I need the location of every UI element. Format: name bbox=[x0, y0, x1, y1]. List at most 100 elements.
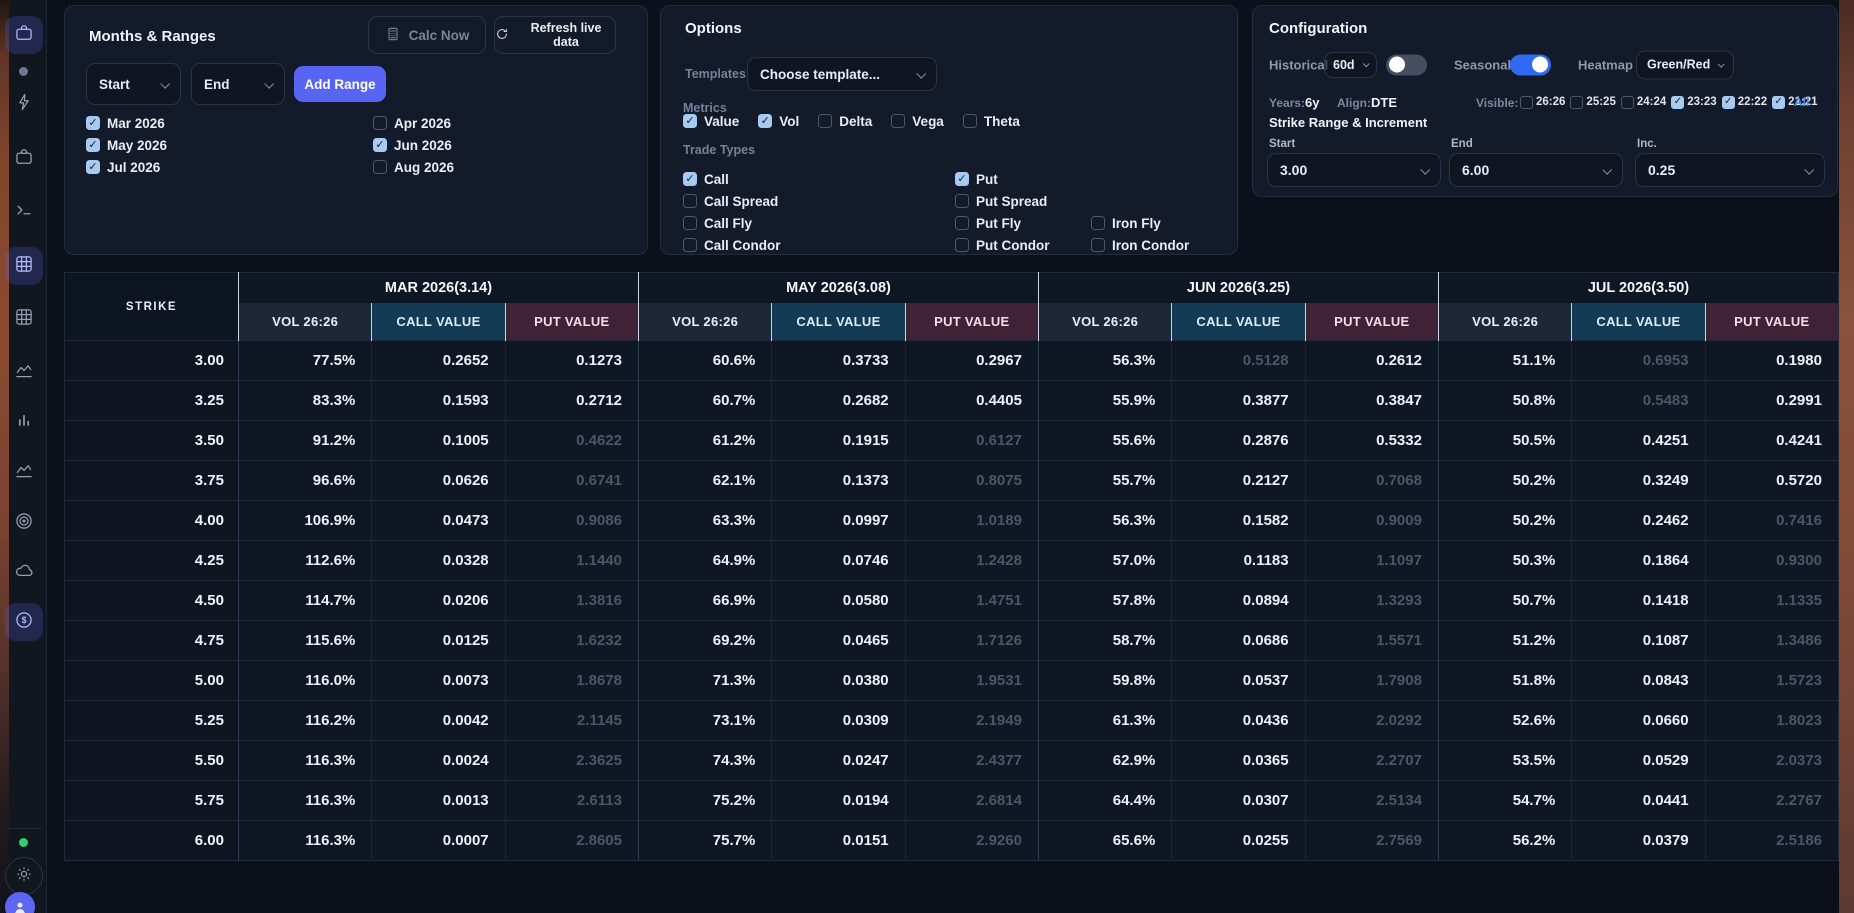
sidebar-item-bar-chart[interactable] bbox=[5, 405, 43, 439]
month-checkbox-may-2026[interactable]: ✓May 2026 bbox=[86, 135, 373, 155]
template-dropdown[interactable]: Choose template... bbox=[747, 57, 937, 91]
strike-start-dropdown[interactable]: 3.00 bbox=[1267, 153, 1441, 187]
metric-checkbox-value[interactable]: ✓Value bbox=[683, 111, 739, 131]
checkbox-checked[interactable]: ✓ bbox=[758, 114, 772, 128]
vol-cell: 116.0% bbox=[239, 661, 372, 701]
month-checkbox-jul-2026[interactable]: ✓Jul 2026 bbox=[86, 157, 373, 177]
historical-window-dropdown[interactable]: 60d bbox=[1324, 52, 1377, 78]
call-value-cell: 0.6953 bbox=[1572, 341, 1705, 381]
checkbox-unchecked[interactable] bbox=[818, 114, 832, 128]
sidebar-item-dollar[interactable]: $ bbox=[5, 603, 43, 641]
month-checkbox-mar-2026[interactable]: ✓Mar 2026 bbox=[86, 113, 373, 133]
sidebar-item-grid-alt[interactable] bbox=[5, 302, 43, 336]
checkbox-unchecked[interactable] bbox=[955, 194, 969, 208]
checkbox-unchecked[interactable] bbox=[1091, 216, 1105, 230]
user-avatar[interactable] bbox=[5, 892, 35, 913]
add-range-button[interactable]: Add Range bbox=[294, 66, 386, 102]
trade-type-checkbox-iron-fly[interactable]: Iron Fly bbox=[1091, 213, 1189, 233]
checkbox-checked[interactable]: ✓ bbox=[1722, 96, 1735, 109]
checkbox-unchecked[interactable] bbox=[1621, 96, 1634, 109]
checkbox-checked[interactable]: ✓ bbox=[373, 138, 387, 152]
historical-toggle[interactable] bbox=[1386, 54, 1427, 75]
visible-checkbox-26-26[interactable]: 26:26 bbox=[1520, 94, 1565, 110]
checkbox-checked[interactable]: ✓ bbox=[86, 138, 100, 152]
visible-checkbox-22-22[interactable]: ✓22:22 bbox=[1722, 94, 1767, 110]
start-month-dropdown[interactable]: Start bbox=[86, 63, 181, 105]
checkbox-unchecked[interactable] bbox=[683, 238, 697, 252]
checkbox-label: Jun 2026 bbox=[394, 138, 452, 153]
refresh-live-data-button[interactable]: Refresh live data bbox=[494, 16, 616, 54]
checkbox-unchecked[interactable] bbox=[1570, 96, 1583, 109]
metric-checkbox-vega[interactable]: Vega bbox=[891, 111, 944, 131]
metric-checkbox-vol[interactable]: ✓Vol bbox=[758, 111, 799, 131]
visible-checkbox-23-23[interactable]: ✓23:23 bbox=[1671, 94, 1716, 110]
visible-checkbox-24-24[interactable]: 24:24 bbox=[1621, 94, 1666, 110]
checkbox-checked[interactable]: ✓ bbox=[683, 114, 697, 128]
checkbox-unchecked[interactable] bbox=[373, 160, 387, 174]
metric-checkbox-theta[interactable]: Theta bbox=[963, 111, 1020, 131]
vol-cell: 83.3% bbox=[239, 381, 372, 421]
strike-cell: 5.00 bbox=[65, 661, 239, 701]
trade-type-checkbox-put-spread[interactable]: Put Spread bbox=[955, 191, 1091, 211]
checkbox-unchecked[interactable] bbox=[891, 114, 905, 128]
trade-type-checkbox-put[interactable]: ✓Put bbox=[955, 169, 1091, 189]
strike-end-dropdown[interactable]: 6.00 bbox=[1449, 153, 1623, 187]
trade-type-checkbox-put-fly[interactable]: Put Fly bbox=[955, 213, 1091, 233]
put-value-cell: 1.7126 bbox=[905, 621, 1038, 661]
visible-checkbox-25-25[interactable]: 25:25 bbox=[1570, 94, 1615, 110]
checkbox-unchecked[interactable] bbox=[1520, 96, 1533, 109]
call-value-cell: 0.2682 bbox=[772, 381, 905, 421]
seasonal-toggle[interactable] bbox=[1510, 54, 1551, 75]
checkbox-label: Vega bbox=[912, 114, 944, 129]
trade-type-checkbox-put-condor[interactable]: Put Condor bbox=[955, 235, 1091, 255]
trade-type-checkbox-call-fly[interactable]: Call Fly bbox=[683, 213, 955, 233]
settings-button[interactable] bbox=[5, 857, 43, 895]
call-value-cell: 0.0746 bbox=[772, 541, 905, 581]
metric-checkbox-delta[interactable]: Delta bbox=[818, 111, 872, 131]
checkbox-unchecked[interactable] bbox=[683, 216, 697, 230]
calc-now-button[interactable]: Calc Now bbox=[368, 16, 486, 54]
month-checkbox-jun-2026[interactable]: ✓ Jun 2026 bbox=[373, 135, 454, 155]
checkbox-unchecked[interactable] bbox=[963, 114, 977, 128]
sidebar-item-target[interactable] bbox=[5, 506, 43, 540]
checkbox-checked[interactable]: ✓ bbox=[683, 172, 697, 186]
trade-type-checkbox-call-spread[interactable]: Call Spread bbox=[683, 191, 955, 211]
month-checkbox-aug-2026[interactable]: Aug 2026 bbox=[373, 157, 454, 177]
call-value-cell: 0.0580 bbox=[772, 581, 905, 621]
checkbox-checked[interactable]: ✓ bbox=[1671, 96, 1684, 109]
sidebar-item-terminal[interactable] bbox=[5, 195, 43, 229]
checkbox-unchecked[interactable] bbox=[955, 216, 969, 230]
sidebar-item-briefcase[interactable] bbox=[5, 16, 43, 54]
checkbox-label: Call Spread bbox=[704, 194, 778, 209]
heatmap-dropdown[interactable]: Green/Red bbox=[1636, 50, 1734, 79]
vol-cell: 61.3% bbox=[1038, 701, 1171, 741]
sidebar-item-briefcase-alt[interactable] bbox=[5, 142, 43, 176]
put-value-cell: 1.2428 bbox=[905, 541, 1038, 581]
checkbox-unchecked[interactable] bbox=[373, 116, 387, 130]
visible-all-link[interactable]: All bbox=[1794, 95, 1809, 109]
checkbox-unchecked[interactable] bbox=[683, 194, 697, 208]
dot-indicator-icon bbox=[19, 67, 28, 76]
checkbox-unchecked[interactable] bbox=[955, 238, 969, 252]
strike-increment-dropdown[interactable]: 0.25 bbox=[1635, 153, 1825, 187]
sidebar-item-cloud[interactable] bbox=[5, 555, 43, 589]
checkbox-checked[interactable]: ✓ bbox=[86, 116, 100, 130]
month-checkbox-apr-2026[interactable]: Apr 2026 bbox=[373, 113, 454, 133]
sidebar-item-grid[interactable] bbox=[5, 247, 43, 285]
trade-type-checkbox-call-condor[interactable]: Call Condor bbox=[683, 235, 955, 255]
put-value-cell: 2.0373 bbox=[1705, 741, 1838, 781]
strike-cell: 3.25 bbox=[65, 381, 239, 421]
trade-type-checkbox-iron-condor[interactable]: Iron Condor bbox=[1091, 235, 1189, 255]
strike-range-section-label: Strike Range & Increment bbox=[1269, 115, 1427, 130]
sidebar-item-lightning[interactable] bbox=[5, 87, 43, 121]
end-month-dropdown[interactable]: End bbox=[191, 63, 285, 105]
sidebar-item-area-chart[interactable] bbox=[5, 455, 43, 489]
call-value-cell: 0.0626 bbox=[372, 461, 505, 501]
checkbox-checked[interactable]: ✓ bbox=[1772, 96, 1785, 109]
trade-type-checkbox-call[interactable]: ✓Call bbox=[683, 169, 955, 189]
checkbox-unchecked[interactable] bbox=[1091, 238, 1105, 252]
sidebar-item-line-chart[interactable] bbox=[5, 355, 43, 389]
checkbox-checked[interactable]: ✓ bbox=[86, 160, 100, 174]
checkbox-checked[interactable]: ✓ bbox=[955, 172, 969, 186]
call-value-cell: 0.1183 bbox=[1172, 541, 1305, 581]
